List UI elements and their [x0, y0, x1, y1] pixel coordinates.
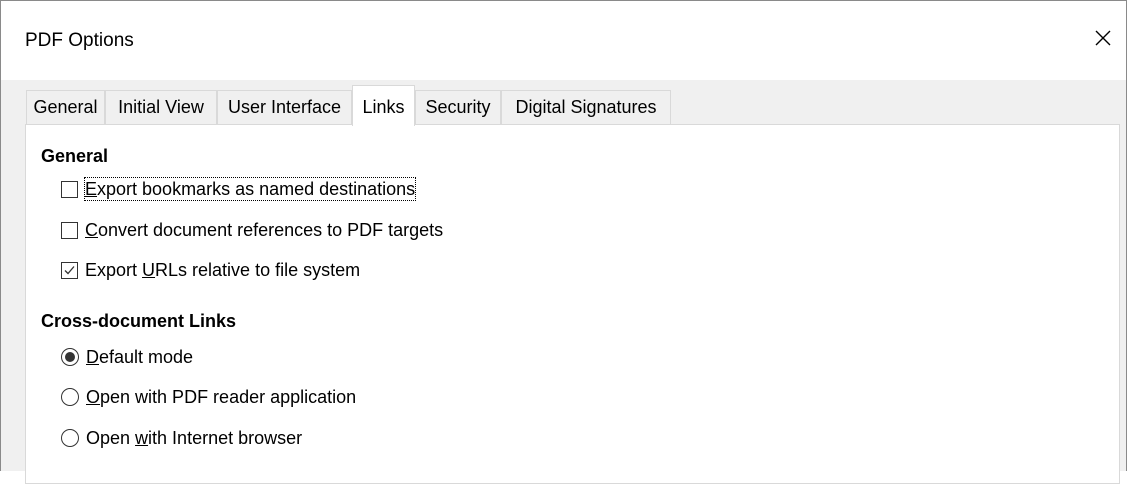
close-icon [1095, 30, 1111, 51]
tab-label: Digital Signatures [515, 97, 657, 117]
checkmark-icon [64, 265, 75, 274]
default-mode-radio[interactable] [61, 348, 79, 366]
convert-references-checkbox[interactable] [61, 221, 78, 239]
open-internet-browser-radio[interactable] [61, 429, 79, 447]
open-internet-browser-radio-row[interactable]: Open with Internet browser [61, 426, 302, 450]
convert-references-checkbox-row[interactable]: Convert document references to PDF targe… [61, 218, 443, 242]
tab-general[interactable]: General [26, 90, 105, 124]
links-tab-panel: General Export bookmarks as named destin… [25, 124, 1120, 484]
default-mode-radio-row[interactable]: Default mode [61, 345, 193, 369]
open-pdf-reader-radio[interactable] [61, 388, 79, 406]
export-bookmarks-checkbox-row[interactable]: Export bookmarks as named destinations [61, 177, 417, 201]
convert-references-label: Convert document references to PDF targe… [85, 220, 444, 240]
open-internet-browser-label: Open with Internet browser [86, 428, 303, 448]
open-pdf-reader-radio-row[interactable]: Open with PDF reader application [61, 385, 356, 409]
tab-user-interface[interactable]: User Interface [217, 90, 352, 124]
close-button[interactable] [1080, 15, 1126, 65]
title-bar: PDF Options [1, 1, 1126, 80]
tab-label: User Interface [227, 97, 342, 117]
export-urls-relative-checkbox-row[interactable]: Export URLs relative to file system [61, 258, 360, 282]
export-bookmarks-checkbox[interactable] [61, 180, 78, 198]
cross-document-links-title: Cross-document Links [41, 311, 237, 331]
tab-links[interactable]: Links [352, 85, 415, 126]
tab-label: Links [362, 97, 405, 117]
export-bookmarks-label: Export bookmarks as named destinations [83, 177, 417, 201]
tab-initial-view[interactable]: Initial View [105, 90, 217, 124]
default-mode-label: Default mode [86, 347, 194, 367]
tab-digital-signatures[interactable]: Digital Signatures [501, 90, 671, 124]
export-urls-relative-label: Export URLs relative to file system [85, 260, 361, 280]
tab-security[interactable]: Security [415, 90, 501, 124]
tab-strip: General Initial View User Interface Link… [1, 80, 1126, 126]
radio-selected-dot [65, 352, 75, 362]
open-pdf-reader-label: Open with PDF reader application [86, 387, 357, 407]
tab-label: Security [425, 97, 491, 117]
dialog-title: PDF Options [25, 30, 134, 51]
tab-label: General [33, 97, 98, 117]
tab-label: Initial View [118, 97, 204, 117]
export-urls-relative-checkbox[interactable] [61, 261, 78, 279]
general-section-title: General [41, 146, 109, 166]
pdf-options-dialog: PDF Options General Initial View User In… [0, 0, 1127, 484]
